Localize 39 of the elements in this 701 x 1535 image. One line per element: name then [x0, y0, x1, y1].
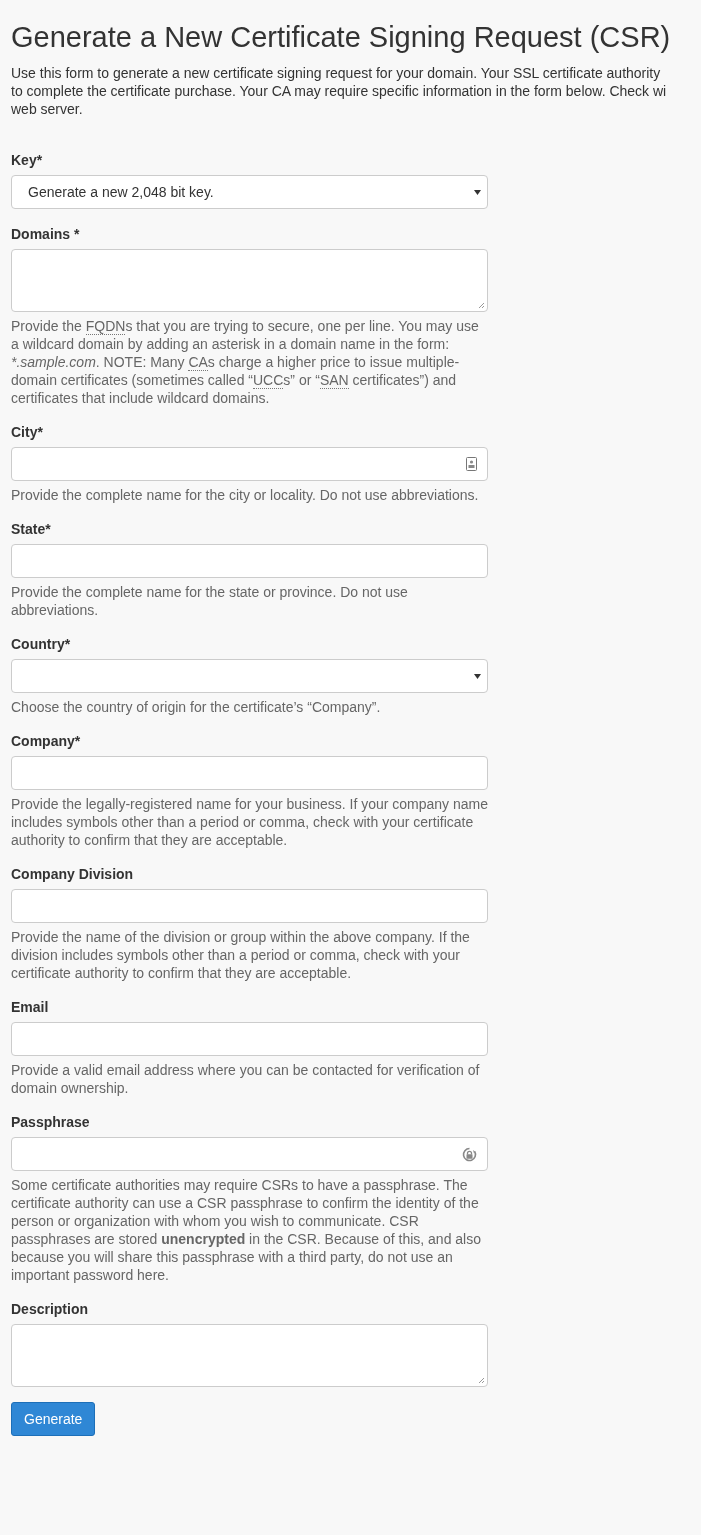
field-label: Description	[11, 1300, 89, 1319]
help-text: Provide the name of the division or group within the above company. If the division includes symbols other than a period or comma, check with your certificate authority to confirm that they are acceptable.	[11, 928, 471, 982]
generate-button[interactable]: Generate	[11, 1402, 96, 1436]
help-text: Provide the legally-registered name for your business. If your company name includes symbols other than a period or comma, check with your certificate authority to confirm that they are acceptable.	[11, 795, 488, 849]
field-label: Domains *	[11, 225, 81, 244]
field-label: Key*	[11, 151, 44, 170]
help-text: Provide the complete name for the city or locality. Do not use abbreviations.	[11, 486, 480, 504]
text-area[interactable]	[11, 249, 488, 312]
intro-text: Use this form to generate a new certificate signing request for your domain. Your SSL certificate authority	[11, 64, 661, 82]
help-text: Provide the FQDNs that you are trying to secure, one per line. You may use a wildcard domain by adding an asterisk in a domain name in the form: *.sample.com. NOTE: Many CAs charge a higher price to issue multiple-domain certificates (sometimes called “UCCs” or “SAN certificates”) and certificates that include wildcard domains.	[11, 317, 480, 407]
field-label: Company Division	[11, 865, 135, 884]
field-label: Company*	[11, 732, 82, 751]
input-field[interactable]	[11, 1137, 488, 1171]
field-label: Email	[11, 998, 50, 1017]
text-area[interactable]	[11, 1324, 488, 1387]
resize-grip-icon[interactable]	[478, 302, 485, 309]
input-field[interactable]	[11, 889, 488, 923]
intro-text: web server.	[11, 100, 83, 118]
input-field[interactable]	[11, 756, 488, 790]
help-text: Some certificate authorities may require CSRs to have a passphrase. The certificate authority can use a CSR passphrase to confirm the identity of the person or organization with whom you wish to communicate. CSR passphrases are stored unencrypted in the CSR. Because of this, and also because you will share this passphrase with a third party, do not use an important password here.	[11, 1176, 483, 1284]
input-field[interactable]	[11, 544, 488, 578]
field-label: Passphrase	[11, 1113, 91, 1132]
caret-icon	[474, 190, 481, 195]
page-title: Generate a New Certificate Signing Request (CSR)	[11, 20, 671, 55]
field-label: Country*	[11, 635, 72, 654]
input-field[interactable]	[11, 447, 488, 481]
field-label: City*	[11, 423, 44, 442]
intro-text: to complete the certificate purchase. Your CA may require specific information in the form below. Check wi	[11, 82, 667, 100]
select-field[interactable]	[11, 659, 488, 693]
resize-grip-icon[interactable]	[478, 1377, 485, 1384]
contact-card-icon[interactable]	[466, 457, 477, 471]
select-field[interactable]: Generate a new 2,048 bit key.	[11, 175, 488, 209]
field-label: State*	[11, 520, 52, 539]
help-text: Provide a valid email address where you can be contacted for verification of domain ownership.	[11, 1061, 481, 1097]
help-text: Choose the country of origin for the certificate’s “Company”.	[11, 698, 382, 716]
caret-icon	[474, 674, 481, 679]
input-field[interactable]	[11, 1022, 488, 1056]
help-text: Provide the complete name for the state or province. Do not use abbreviations.	[11, 583, 409, 619]
lock-icon[interactable]	[462, 1147, 477, 1163]
